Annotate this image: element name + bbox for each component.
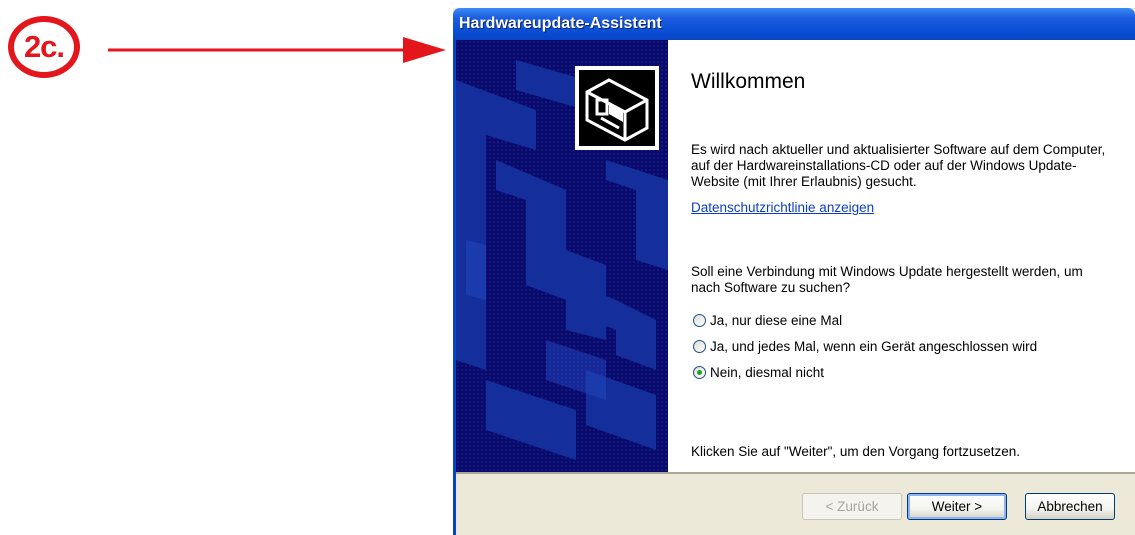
- footer-divider: [456, 472, 1135, 474]
- question-text: Soll eine Verbindung mit Windows Update …: [691, 264, 1083, 295]
- privacy-policy-link[interactable]: Datenschutzrichtlinie anzeigen: [691, 200, 874, 215]
- cancel-button[interactable]: Abbrechen: [1025, 493, 1115, 520]
- next-button[interactable]: Weiter >: [907, 493, 1007, 520]
- continue-instruction: Klicken Sie auf "Weiter", um den Vorgang…: [691, 444, 1021, 459]
- radio-button-selected[interactable]: [693, 366, 706, 379]
- option-no-this-time[interactable]: Nein, diesmal nicht: [693, 365, 824, 380]
- wizard-window: Hardwareupdate-Assistent Willkommen Es w…: [453, 8, 1135, 535]
- hardware-wizard-icon: [575, 66, 659, 150]
- option-label: Ja, und jedes Mal, wenn ein Gerät angesc…: [710, 339, 1038, 354]
- wizard-content: Willkommen Es wird nach aktueller und ak…: [668, 40, 1135, 472]
- option-label: Ja, nur diese eine Mal: [710, 313, 843, 328]
- step-label: 2c.: [23, 29, 65, 64]
- description-text: Es wird nach aktueller und aktualisierte…: [691, 142, 1106, 189]
- title-bar[interactable]: Hardwareupdate-Assistent: [453, 8, 1135, 40]
- red-arrow-icon: [108, 37, 446, 63]
- page-title: Willkommen: [691, 70, 806, 93]
- radio-button[interactable]: [693, 340, 706, 353]
- step-badge: 2c.: [8, 16, 80, 78]
- radio-button[interactable]: [693, 314, 706, 327]
- option-label: Nein, diesmal nicht: [710, 365, 825, 380]
- option-yes-once[interactable]: Ja, nur diese eine Mal: [693, 313, 842, 328]
- window-title: Hardwareupdate-Assistent: [459, 15, 662, 32]
- option-yes-always[interactable]: Ja, und jedes Mal, wenn ein Gerät angesc…: [693, 339, 1037, 354]
- wizard-sidebar: [456, 40, 668, 472]
- back-button[interactable]: < Zurück: [802, 493, 902, 520]
